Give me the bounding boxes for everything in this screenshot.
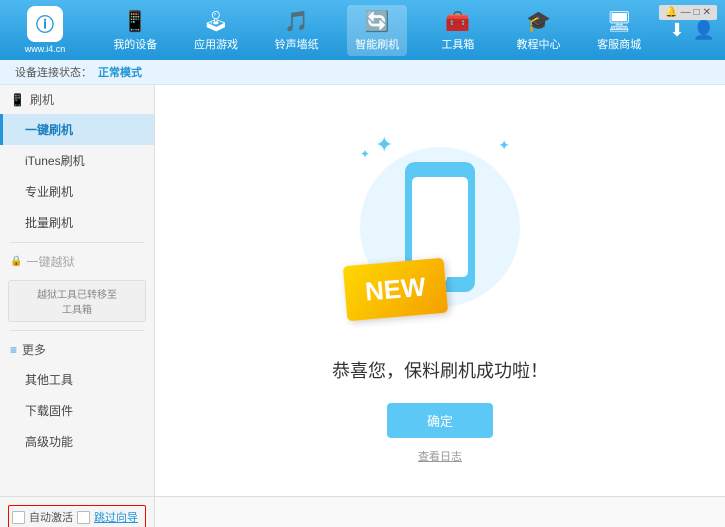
more-section-icon: ≡ [10,343,17,357]
sidebar-item-other-tools[interactable]: 其他工具 [0,364,154,395]
download-button[interactable]: ⬇ [669,20,684,41]
sidebar-jailbreak-disabled: 🔒 一键越狱 [0,247,154,276]
sidebar-item-one-key-flash[interactable]: 一键刷机 [0,114,154,145]
nav-my-device[interactable]: 📱 我的设备 [105,5,165,56]
flash-section-icon: 📱 [10,93,25,107]
status-bar: 设备连接状态： 正常模式 [0,60,725,85]
content-area: ✦ ✦ ✦ NEW 恭喜您，保料刷机成功啦！ 确 [155,85,725,496]
nav-ringtone[interactable]: 🎵 铃声墙纸 [267,5,327,56]
sidebar-item-itunes-flash[interactable]: iTunes刷机 [0,145,154,176]
logo-subtext: www.i4.cn [25,44,66,54]
sidebar-more-header: ≡ 更多 [0,335,154,364]
nav-apps-games[interactable]: 🕹 应用游戏 [186,5,246,56]
status-mode: 正常模式 [98,64,142,80]
nav-service-label: 客服商城 [597,36,641,52]
sidebar-item-pro-flash[interactable]: 专业刷机 [0,176,154,207]
auto-activate-checkbox[interactable] [12,511,25,524]
sidebar-item-batch-flash[interactable]: 批量刷机 [0,207,154,238]
sidebar-flash-label: 刷机 [30,91,54,108]
nav-toolbox[interactable]: 🧰 工具箱 [428,5,488,56]
sidebar-more-label: 更多 [22,341,46,358]
sidebar: 📱 刷机 一键刷机 iTunes刷机 专业刷机 批量刷机 🔒 一键越狱 [0,85,155,496]
header: ⓘ www.i4.cn 📱 我的设备 🕹 应用游戏 🎵 铃声墙纸 🔄 智能刷机 [0,0,725,60]
smart-flash-icon: 🔄 [365,9,390,34]
nav-tutorial[interactable]: 🎓 教程中心 [509,5,569,56]
nav-ringtone-label: 铃声墙纸 [275,36,319,52]
new-badge: NEW [343,258,448,322]
sparkle-top: ✦ [375,132,393,158]
sparkle-right: ✦ [498,137,510,154]
skip-guide-checkbox[interactable] [77,511,90,524]
auto-activate-label[interactable]: 自动激活 [29,509,73,525]
success-message: 恭喜您，保料刷机成功啦！ [332,357,548,383]
sidebar-divider-2 [10,330,144,331]
sidebar-divider-1 [10,242,144,243]
main-layout: 📱 刷机 一键刷机 iTunes刷机 专业刷机 批量刷机 🔒 一键越狱 [0,85,725,496]
service-icon: 🖥 [606,9,631,34]
nav-service[interactable]: 🖥 客服商城 [589,5,649,56]
my-device-icon: 📱 [123,9,148,34]
nav-toolbox-label: 工具箱 [441,36,474,52]
logo: ⓘ www.i4.cn [10,6,80,54]
log-link[interactable]: 查看日志 [418,448,462,464]
auto-activate-row: 自动激活 跳过向导 [8,505,146,527]
nav-my-device-label: 我的设备 [113,36,157,52]
sidebar-item-advanced[interactable]: 高级功能 [0,426,154,457]
nav-smart-flash-label: 智能刷机 [355,36,399,52]
user-button[interactable]: 👤 [693,20,715,41]
device-content-area [155,497,725,527]
header-right: ⬇ 👤 [669,20,715,41]
sidebar-jailbreak-notice: 越狱工具已转移至工具箱 [8,280,146,322]
sidebar-item-download-firmware[interactable]: 下载固件 [0,395,154,426]
success-illustration: ✦ ✦ ✦ NEW [340,117,540,337]
apps-icon: 🕹 [203,9,228,34]
nav-apps-label: 应用游戏 [194,36,238,52]
tutorial-icon: 🎓 [526,9,551,34]
device-bar: 自动激活 跳过向导 📱 iPhone 15 Pro Max 512GB iPho… [0,496,725,527]
status-prefix: 设备连接状态： [15,64,92,80]
device-sidebar: 自动激活 跳过向导 📱 iPhone 15 Pro Max 512GB iPho… [0,497,155,527]
nav-smart-flash[interactable]: 🔄 智能刷机 [347,5,407,56]
toolbox-icon: 🧰 [445,9,470,34]
nav-bar: 📱 我的设备 🕹 应用游戏 🎵 铃声墙纸 🔄 智能刷机 🧰 工具箱 🎓 [95,5,659,56]
window-controls: 🔔 — □ ✕ [659,5,717,20]
sparkle-small: ✦ [360,147,370,161]
lock-icon: 🔒 [10,256,22,267]
confirm-button[interactable]: 确定 [387,403,493,438]
new-badge-text: NEW [364,271,427,306]
sidebar-flash-header: 📱 刷机 [0,85,154,114]
nav-tutorial-label: 教程中心 [517,36,561,52]
logo-icon: ⓘ [27,6,63,42]
skip-guide-label[interactable]: 跳过向导 [94,509,138,525]
ringtone-icon: 🎵 [284,9,309,34]
